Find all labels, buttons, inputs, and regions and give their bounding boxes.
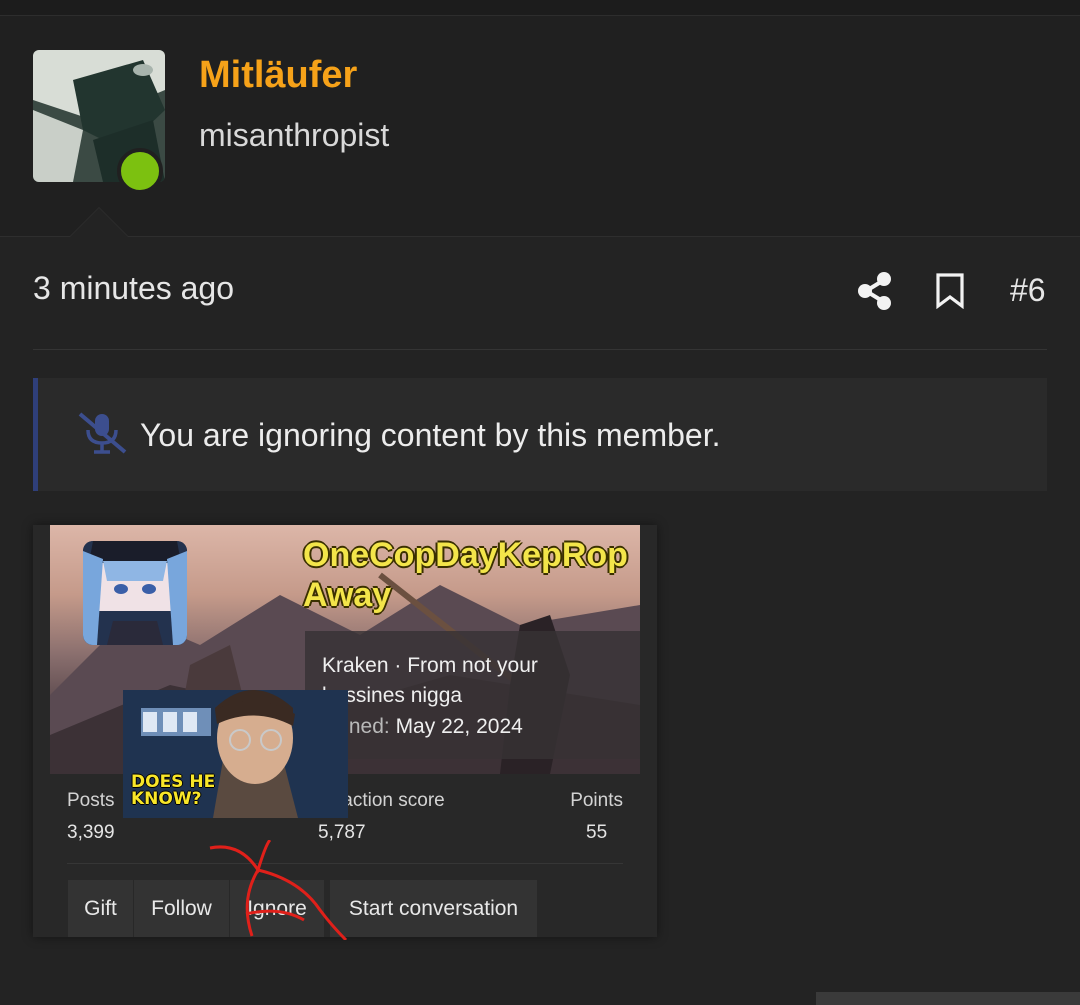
bottom-edge-bar (816, 992, 1080, 1005)
stat-points[interactable]: Points 55 (570, 790, 623, 844)
stat-value: 55 (586, 822, 608, 843)
user-title: misanthropist (199, 117, 390, 153)
meme-caption: DOES HE KNOW? (131, 774, 215, 808)
member-location: Kraken · From not your bussines nigga (322, 654, 538, 707)
muted-microphone-icon (78, 412, 127, 454)
ignored-content-notice: You are ignoring content by this member. (33, 378, 1047, 491)
post-username[interactable]: Mitläufer (199, 54, 357, 97)
post-number-link[interactable]: #6 (1010, 272, 1046, 309)
gift-button[interactable]: Gift (68, 880, 133, 937)
share-icon[interactable] (857, 272, 893, 310)
joined-date: May 22, 2024 (395, 715, 523, 738)
stat-label: Posts (67, 790, 115, 811)
post-timestamp[interactable]: 3 minutes ago (33, 270, 234, 307)
meme-overlay-image: DOES HE KNOW? (123, 690, 348, 818)
online-status-indicator (117, 148, 163, 194)
ignore-notice-text: You are ignoring content by this member. (140, 417, 721, 453)
start-conversation-button[interactable]: Start conversation (330, 880, 537, 937)
member-avatar-image (83, 541, 187, 645)
member-avatar[interactable] (83, 541, 187, 645)
header-caret (70, 208, 128, 237)
stat-value: 3,399 (67, 822, 115, 843)
member-name[interactable]: OneCopDayKepRop Away (303, 535, 633, 615)
stat-label: Points (570, 790, 623, 811)
member-joined: Joined: May 22, 2024 (322, 715, 523, 739)
red-annotation-scribble (209, 840, 348, 940)
post-divider (33, 349, 1047, 350)
bookmark-icon[interactable] (935, 273, 965, 309)
member-info-box: Kraken · From not your bussines nigga Jo… (305, 631, 640, 759)
top-strip (0, 0, 1080, 16)
meme-caption-line2: KNOW? (131, 789, 202, 809)
stat-posts[interactable]: Posts 3,399 (67, 790, 115, 844)
